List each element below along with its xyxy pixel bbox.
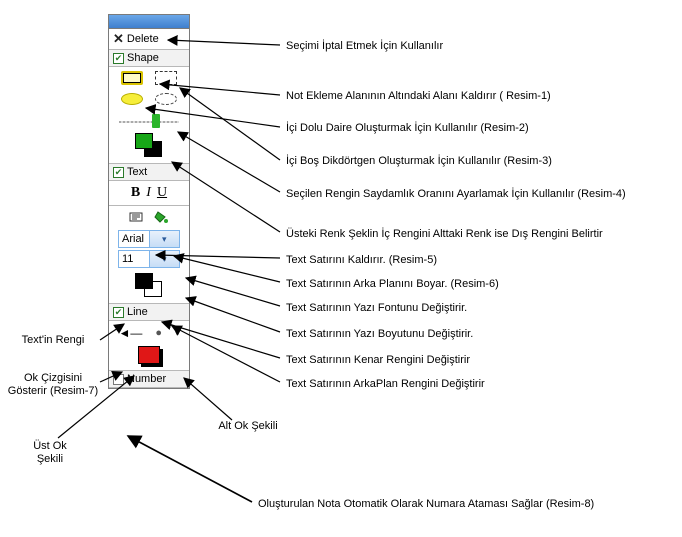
text-color-swatches[interactable] (135, 273, 163, 297)
callout-opacity: Seçilen Rengin Saydamlık Oranını Ayarlam… (286, 188, 626, 201)
callout-filled-circle: İçi Dolu Daire Oluşturmak İçin Kullanılı… (286, 122, 529, 135)
font-name-value: Arial (119, 233, 149, 245)
shape-fill-color[interactable] (135, 133, 153, 149)
callout-text-remove: Text Satırını Kaldırır. (Resim-5) (286, 254, 437, 267)
checkbox-unchecked-icon[interactable] (113, 374, 124, 385)
text-style-row: B I U (109, 181, 189, 205)
slider-track-line (119, 121, 179, 123)
font-size-select[interactable]: 11 ▾ (118, 250, 180, 268)
shape-color-swatches[interactable] (135, 133, 163, 157)
underline-button[interactable]: U (157, 185, 167, 201)
callout-border-color: Text Satırının Kenar Rengini Değiştirir (286, 354, 470, 367)
chevron-down-icon[interactable]: ▾ (149, 251, 180, 267)
callout-text-bg: Text Satırının Arka Planını Boyar. (Resi… (286, 278, 499, 291)
line-color-swatch[interactable] (138, 346, 160, 364)
annotation-arrows (0, 0, 682, 537)
checkbox-checked-icon[interactable]: ✔ (113, 307, 124, 318)
text-clear-icon[interactable] (129, 209, 145, 225)
arrow-left-icon[interactable]: ◄— (118, 326, 142, 340)
checkbox-checked-icon[interactable]: ✔ (113, 53, 124, 64)
text-section-header[interactable]: ✔ Text (109, 163, 189, 181)
bold-button[interactable]: B (131, 185, 140, 201)
paint-bucket-icon[interactable] (153, 209, 169, 225)
font-size-value: 11 (119, 253, 149, 265)
line-section-header[interactable]: ✔ Line (109, 303, 189, 321)
dashed-rect-tool[interactable] (155, 71, 177, 85)
label-top-arrow: Üst Ok Şekili (20, 440, 80, 465)
shape-section-header[interactable]: ✔ Shape (109, 49, 189, 67)
callout-hollow-rect: İçi Boş Dikdörtgen Oluşturmak İçin Kulla… (286, 155, 552, 168)
callout-fontsize: Text Satırının Yazı Boyutunu Değiştirir. (286, 328, 473, 341)
shape-row-2 (109, 89, 189, 109)
font-name-select[interactable]: Arial ▾ (118, 230, 180, 248)
checkbox-checked-icon[interactable]: ✔ (113, 167, 124, 178)
filled-rect-tool[interactable] (121, 71, 143, 85)
italic-button[interactable]: I (146, 185, 151, 201)
caret-down-icon[interactable]: ▾ (175, 328, 180, 339)
callout-bg-color: Text Satırının ArkaPlan Rengini Değiştir… (286, 378, 485, 391)
callout-number: Oluşturulan Nota Otomatik Olarak Numara … (258, 498, 668, 511)
slider-thumb[interactable] (152, 114, 160, 128)
close-icon: ✕ (113, 31, 124, 47)
delete-button[interactable]: ✕ Delete (109, 29, 189, 49)
chevron-down-icon[interactable]: ▾ (149, 231, 180, 247)
callout-delete: Seçimi İptal Etmek İçin Kullanılır (286, 40, 443, 53)
label-text-color: Text'in Rengi (4, 334, 102, 347)
callout-shape-remove: Not Ekleme Alanının Altındaki Alanı Kald… (286, 90, 551, 103)
dot-icon[interactable]: ● (155, 327, 162, 339)
panel-titlebar (109, 15, 189, 29)
callout-font: Text Satırının Yazı Fontunu Değiştirir. (286, 302, 467, 315)
number-section-header[interactable]: Number (109, 370, 189, 388)
tool-panel: ✕ Delete ✔ Shape ✔ Text B I U (108, 14, 190, 389)
hollow-ellipse-tool[interactable] (155, 93, 177, 105)
label-line-arrow: Ok Çizgisini Gösterir (Resim-7) (4, 372, 102, 397)
text-label: Text (127, 166, 147, 178)
shape-row-1 (109, 67, 189, 89)
shape-label: Shape (127, 52, 159, 64)
text-fg-color[interactable] (135, 273, 153, 289)
opacity-slider[interactable] (119, 115, 179, 127)
callout-swatches: Üsteki Renk Şeklin İç Rengini Alttaki Re… (286, 228, 603, 241)
number-label: Number (127, 373, 166, 385)
text-tool-icons (109, 206, 189, 228)
label-bottom-arrow: Alt Ok Şekili (218, 420, 278, 433)
line-label: Line (127, 306, 148, 318)
filled-ellipse-tool[interactable] (121, 93, 143, 105)
delete-label: Delete (127, 33, 159, 45)
line-tools-row: ◄— ● ▾ (109, 321, 189, 343)
